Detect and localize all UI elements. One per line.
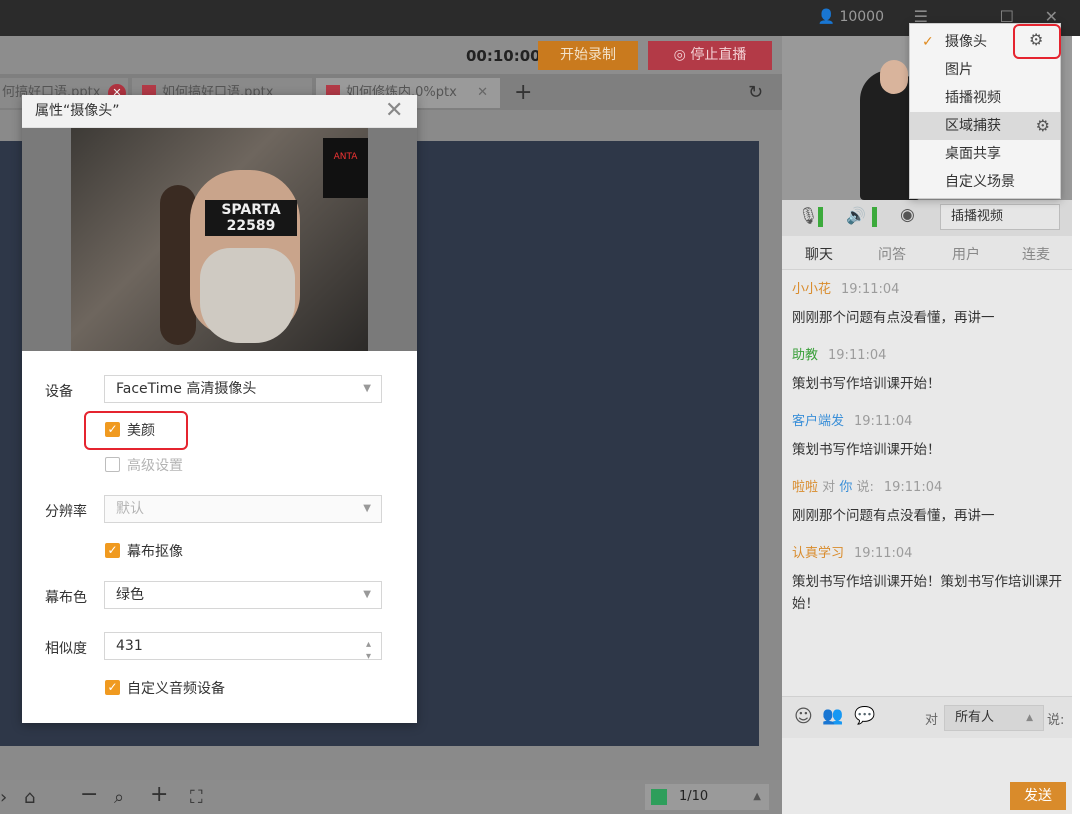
chat-username[interactable]: 助教 <box>792 348 818 363</box>
chevron-up-icon: ▲ <box>1026 713 1033 723</box>
chevron-down-icon: ▼ <box>363 589 371 600</box>
camera-settings-gear-icon[interactable]: ⚙ <box>1029 30 1043 49</box>
close-icon[interactable]: ✕ <box>385 98 403 123</box>
chat-username[interactable]: 认真学习 <box>792 546 844 561</box>
chat-username[interactable]: 客户端发 <box>792 414 844 429</box>
chroma-color-select[interactable]: 绿色 ▼ <box>104 581 382 609</box>
tab-qa[interactable]: 问答 <box>878 244 906 264</box>
speaker-icon[interactable]: 🔊 <box>846 206 866 225</box>
device-select[interactable]: FaceTime 高清摄像头 ▼ <box>104 375 382 403</box>
resolution-label: 分辨率 <box>45 504 87 520</box>
beauty-label: 美颜 <box>127 423 155 439</box>
check-icon: ✓ <box>922 34 934 50</box>
send-button[interactable]: 发送 <box>1010 782 1066 810</box>
speaker-level <box>872 207 877 227</box>
mute-chat-icon[interactable]: 💬 <box>854 706 875 726</box>
chat-username[interactable]: 小小花 <box>792 282 831 297</box>
device-label: 设备 <box>45 384 73 400</box>
chat-username[interactable]: 啦啦 <box>792 480 818 495</box>
beauty-checkbox[interactable]: ✓ <box>105 422 120 437</box>
chat-text: 策划书写作培训课开始！ <box>792 376 941 392</box>
user-count: 👤 10000 <box>817 9 884 25</box>
chroma-checkbox[interactable]: ✓ <box>105 543 120 558</box>
photo-mask <box>200 248 295 343</box>
users-icon[interactable]: 👥 <box>822 706 843 726</box>
resolution-select[interactable]: 默认 ▼ <box>104 495 382 523</box>
live-timer: 00:10:00 <box>466 47 541 65</box>
advanced-checkbox[interactable] <box>105 457 120 472</box>
chevron-up-icon[interactable]: ▲ <box>753 784 761 810</box>
gear-icon[interactable]: ⚙ <box>1036 112 1050 140</box>
add-tab-icon[interactable]: + <box>514 80 532 105</box>
emoji-icon[interactable]: ☺ <box>794 706 813 727</box>
mic-level <box>818 207 823 227</box>
menu-item-desktop-share[interactable]: 桌面共享 <box>910 140 1060 168</box>
menu-item-region-capture[interactable]: 区域捕获 ⚙ <box>910 112 1060 140</box>
chat-message: 助教 19:11:04 策划书写作培训课开始！ <box>792 344 1067 395</box>
source-select[interactable]: 插播视频 <box>940 204 1060 230</box>
similarity-stepper[interactable]: 431 ▴ ▾ <box>104 632 382 663</box>
chat-text: 刚刚那个问题有点没看懂，再讲一 <box>792 508 995 524</box>
chat-text: 策划书写作培训课开始！ <box>792 442 941 458</box>
to-label: 对 <box>925 713 939 728</box>
arrow-icon[interactable]: › <box>0 787 7 808</box>
image-icon <box>651 789 667 805</box>
recipient-select[interactable]: 所有人 ▲ <box>944 705 1044 731</box>
user-icon: 👤 <box>817 9 835 25</box>
tab-mic-link[interactable]: 连麦 <box>1022 244 1050 264</box>
zoom-in-icon[interactable]: + <box>150 782 168 807</box>
menu-item-image[interactable]: 图片 <box>910 56 1060 84</box>
chat-message: 客户端发 19:11:04 策划书写作培训课开始！ <box>792 410 1067 461</box>
refresh-icon[interactable]: ↻ <box>748 82 763 103</box>
chat-text: 刚刚那个问题有点没看懂，再讲一 <box>792 310 995 326</box>
tab-users[interactable]: 用户 <box>952 244 980 264</box>
search-icon[interactable]: ⌕ <box>114 787 124 808</box>
tab-chat[interactable]: 聊天 <box>805 244 833 264</box>
chevron-down-icon: ▼ <box>363 503 371 514</box>
page-indicator[interactable]: 1/10 ▲ <box>645 784 769 810</box>
chat-message: 认真学习 19:11:04 策划书写作培训课开始！策划书写作培训课开始！ <box>792 542 1067 615</box>
stop-live-button[interactable]: ◎ 停止直播 <box>648 41 772 70</box>
webcam-icon[interactable]: ◉ <box>900 205 915 225</box>
photo-headband: SPARTA 22589 <box>205 200 297 236</box>
custom-audio-checkbox[interactable]: ✓ <box>105 680 120 695</box>
zoom-out-icon[interactable]: − <box>80 782 98 807</box>
chroma-label: 幕布抠像 <box>127 544 183 560</box>
sitemap-icon[interactable]: ⌂ <box>24 787 35 808</box>
chroma-color-label: 幕布色 <box>45 590 87 606</box>
microphone-icon[interactable]: 🎙 <box>798 206 818 225</box>
advanced-label: 高级设置 <box>127 458 183 474</box>
stepper-arrows-icon[interactable]: ▴ ▾ <box>366 639 371 663</box>
chat-list: 小小花 19:11:04 刚刚那个问题有点没看懂，再讲一 助教 19:11:04 策… <box>792 278 1067 630</box>
close-tab-icon[interactable]: ✕ <box>477 78 488 108</box>
similarity-label: 相似度 <box>45 641 87 657</box>
chat-message: 小小花 19:11:04 刚刚那个问题有点没看懂，再讲一 <box>792 278 1067 329</box>
start-record-button[interactable]: 开始录制 <box>538 41 638 70</box>
say-label: 说: <box>1047 713 1065 728</box>
chat-message: 啦啦 对 你 说: 19:11:04 刚刚那个问题有点没看懂，再讲一 <box>792 476 1067 527</box>
chat-text: 策划书写作培训课开始！策划书写作培训课开始！ <box>792 574 1062 612</box>
photo-logo: ANTA <box>323 138 368 198</box>
custom-audio-label: 自定义音频设备 <box>127 681 225 697</box>
menu-item-insert-video[interactable]: 插播视频 <box>910 84 1060 112</box>
chat-target-user[interactable]: 你 <box>839 480 852 495</box>
menu-item-custom-scene[interactable]: 自定义场景 <box>910 168 1060 196</box>
chevron-down-icon: ▼ <box>363 383 371 394</box>
presenter-face <box>880 60 908 94</box>
dialog-title: 属性“摄像头” <box>22 95 417 128</box>
stop-icon: ◎ <box>673 47 686 63</box>
fullscreen-icon[interactable]: ⛶ <box>190 787 203 808</box>
